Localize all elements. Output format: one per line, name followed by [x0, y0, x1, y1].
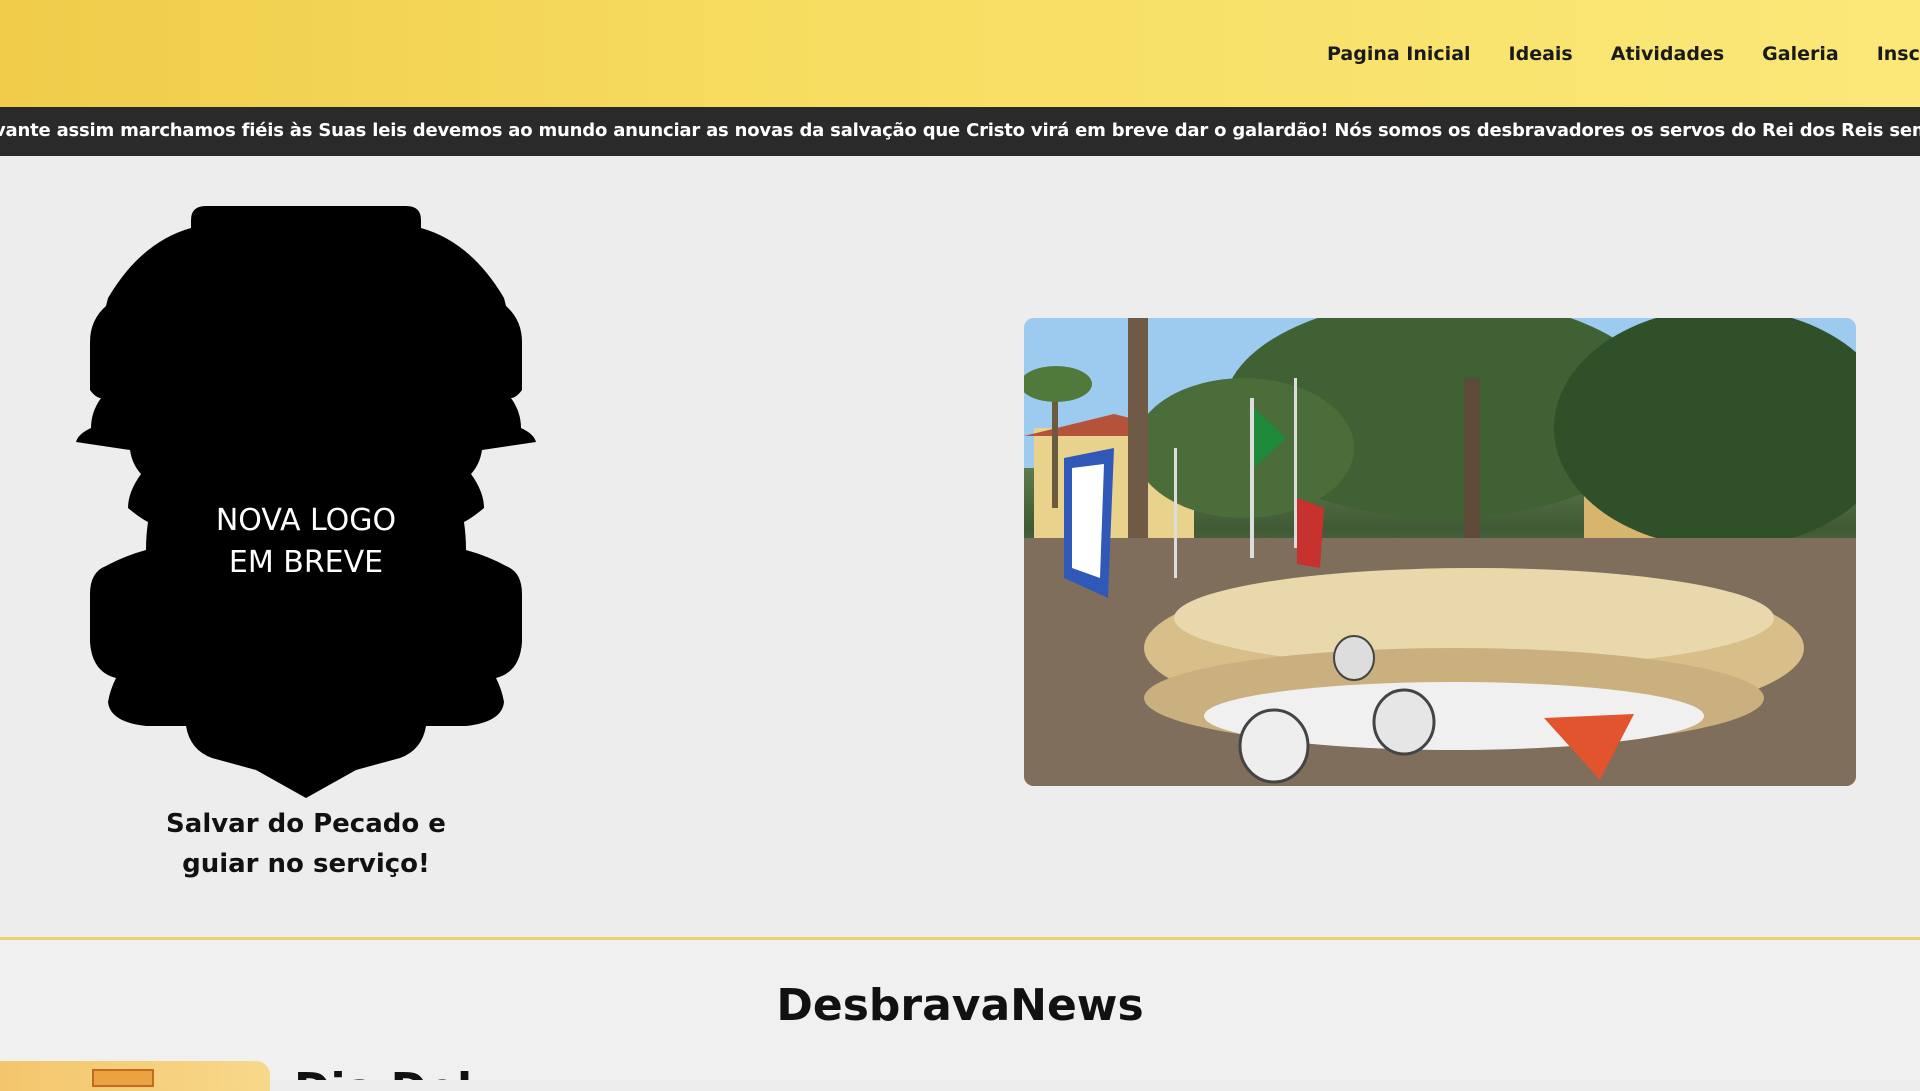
- nav-item-home[interactable]: Pagina Inicial: [1327, 43, 1471, 65]
- hero-section: NOVA LOGO EM BREVE Salvar do Pecado e gu…: [0, 156, 1920, 936]
- news-section: DesbravaNews Dia Del: [0, 940, 1920, 1091]
- news-section-title: DesbravaNews: [776, 980, 1144, 1031]
- news-headline[interactable]: Dia Del: [294, 1064, 994, 1080]
- nav-item-ideals[interactable]: Ideais: [1509, 43, 1573, 65]
- motto-line1: Salvar do Pecado e: [166, 809, 446, 839]
- news-thumbnail-badge: [92, 1069, 154, 1087]
- motto-line2: guiar no serviço!: [182, 849, 430, 879]
- logo-text-line1: NOVA LOGO: [215, 503, 397, 538]
- news-thumbnail[interactable]: [0, 1061, 270, 1091]
- nav-item-gallery[interactable]: Galeria: [1762, 43, 1839, 65]
- club-logo: NOVA LOGO EM BREVE: [66, 202, 546, 802]
- group-photo: [1024, 318, 1856, 786]
- club-motto: Salvar do Pecado e guiar no serviço!: [66, 804, 546, 884]
- scrolling-banner: vante assim marchamos fiéis às Suas leis…: [0, 107, 1920, 156]
- site-header: Pagina Inicial Ideais Atividades Galeria…: [0, 0, 1920, 107]
- nav-item-activities[interactable]: Atividades: [1611, 43, 1724, 65]
- group-photo-image: [1024, 318, 1856, 786]
- scrolling-banner-text: vante assim marchamos fiéis às Suas leis…: [0, 120, 1920, 141]
- main-nav: Pagina Inicial Ideais Atividades Galeria…: [1327, 0, 1920, 107]
- logo-text-line2: EM BREVE: [228, 545, 384, 580]
- logo-placeholder-text: NOVA LOGO EM BREVE: [66, 500, 546, 584]
- nav-item-registration[interactable]: Inscriçõ: [1877, 43, 1920, 65]
